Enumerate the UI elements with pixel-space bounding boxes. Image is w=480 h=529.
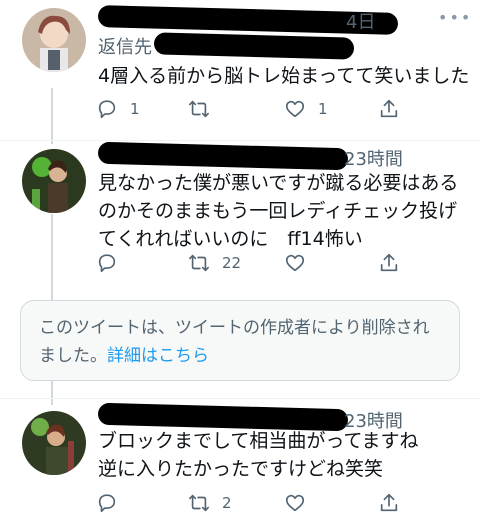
reply-icon — [96, 492, 118, 514]
tweet-text: ブロックまでして相当曲がってますね 逆に入りたかったですけどね笑笑 — [98, 430, 419, 480]
reply-to-line[interactable]: 返信先 — [98, 32, 355, 60]
share-icon — [378, 252, 400, 274]
share-button[interactable] — [378, 96, 400, 122]
like-button[interactable] — [284, 250, 318, 276]
share-icon — [378, 98, 400, 120]
retweet-button[interactable] — [188, 96, 222, 122]
redacted-handle — [153, 32, 355, 60]
details-link[interactable]: 詳細はこちら — [107, 346, 209, 366]
tweet-text: 4層入る前から脳トレ始まってて笑いました — [98, 65, 470, 87]
like-icon — [284, 98, 306, 120]
reply-count: 1 — [130, 100, 140, 118]
tweet-2[interactable]: 23時間 見なかった僕が悪いですが蹴る必要はあるのかそのままもう一回レディチェッ… — [0, 141, 480, 285]
retweet-icon — [188, 252, 210, 274]
redacted-name — [97, 141, 349, 171]
avatar[interactable] — [22, 149, 86, 213]
like-button[interactable]: 1 — [284, 96, 328, 122]
tweet-actions: 22 — [96, 250, 416, 276]
like-button[interactable] — [284, 490, 318, 516]
retweet-count: 22 — [222, 254, 242, 272]
reply-button[interactable]: 1 — [96, 96, 140, 122]
tweet-1[interactable]: 4日 ••• 返信先 4層入る前から脳トレ始まってて笑いました 1 1 — [0, 0, 480, 140]
reply-icon — [96, 252, 118, 274]
retweet-count: 2 — [222, 494, 232, 512]
avatar[interactable] — [22, 8, 86, 72]
reply-button[interactable] — [96, 250, 130, 276]
share-button[interactable] — [378, 250, 400, 276]
share-button[interactable] — [378, 490, 400, 516]
tweet-header — [97, 402, 349, 432]
tweet-3[interactable]: 23時間 ブロックまでして相当曲がってますね 逆に入りたかったですけどね笑笑 2 — [0, 399, 480, 529]
tweet-text: 見なかった僕が悪いですが蹴る必要はあるのかそのままもう一回レディチェック投げてく… — [98, 172, 459, 250]
like-count: 1 — [318, 100, 328, 118]
like-icon — [284, 252, 306, 274]
deleted-notice-text: このツイートは、ツイートの作成者により削除されました。 — [39, 318, 430, 366]
tweet-time: 23時間 — [344, 149, 403, 170]
share-icon — [378, 492, 400, 514]
tweet-header — [97, 141, 349, 171]
retweet-button[interactable]: 22 — [188, 250, 241, 276]
tweet-actions: 2 — [96, 490, 416, 516]
tweet-time: 4日 — [346, 12, 376, 33]
deleted-tweet-notice: このツイートは、ツイートの作成者により削除されました。詳細はこちら — [20, 300, 460, 381]
like-icon — [284, 492, 306, 514]
retweet-icon — [188, 492, 210, 514]
more-icon[interactable]: ••• — [438, 8, 472, 27]
reply-button[interactable] — [96, 490, 130, 516]
reply-prefix: 返信先 — [98, 37, 152, 58]
avatar[interactable] — [22, 411, 86, 475]
reply-icon — [96, 98, 118, 120]
tweet-actions: 1 1 — [96, 96, 416, 122]
retweet-button[interactable]: 2 — [188, 490, 232, 516]
retweet-icon — [188, 98, 210, 120]
